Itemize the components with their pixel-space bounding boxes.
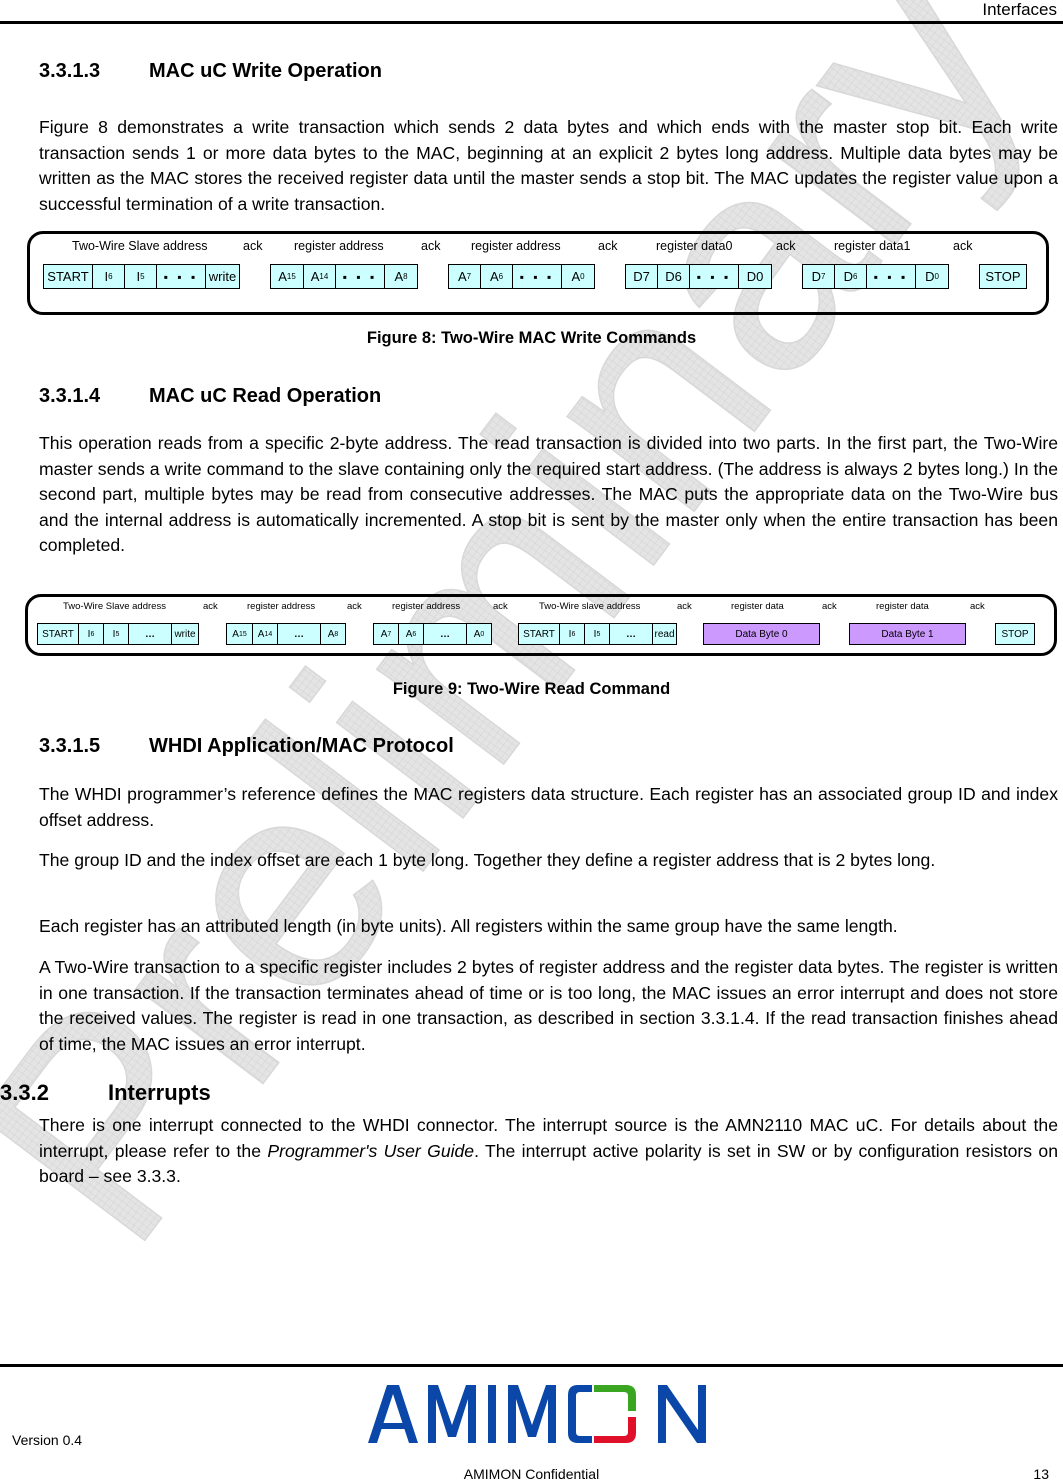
cell-d7: D7 [625,264,658,289]
label-ack: ack [677,601,692,612]
cell-ellipsis: … [128,623,172,645]
cell-ellipsis: ▪ ▪ ▪ [156,264,206,289]
cell-a6: A6 [398,623,424,645]
section-heading-whdi-protocol: 3.3.1.5 WHDI Application/MAC Protocol [39,735,454,758]
label-ack: ack [953,239,973,253]
section-title: MAC uC Write Operation [149,60,382,82]
cell-i6: I6 [78,623,104,645]
cell-ellipsis: ▪ ▪ ▪ [512,264,562,289]
cell-ellipsis: ▪ ▪ ▪ [689,264,739,289]
label-register-address: register address [294,239,384,253]
confidential-label: AMIMON Confidential [463,1466,600,1482]
label-slave-address-read: Two-Wire slave address [539,601,641,612]
label-register-address: register address [392,601,461,612]
cell-ellipsis: … [277,623,321,645]
cell-d0: D0 [738,264,772,289]
write-op-paragraph: Figure 8 demonstrates a write transactio… [39,117,1058,214]
label-ack: ack [493,601,508,612]
cell-a7: A7 [373,623,399,645]
cell-data-byte-0: Data Byte 0 [703,623,820,645]
cell-a14: A 14 [252,623,278,645]
label-ack: ack [776,239,796,253]
label-register-data: register data [731,601,784,612]
cell-ellipsis: ▪ ▪ ▪ [866,264,916,289]
cell-i5: I5 [103,623,129,645]
header-rule [0,21,1063,24]
cell-data-byte-1: Data Byte 1 [849,623,966,645]
cell-a15: A 15 [226,623,253,645]
cell-stop: STOP [995,623,1035,645]
label-ack: ack [970,601,985,612]
cell-a0: A0 [561,264,595,289]
cell-a14: A 14 [303,264,336,289]
section-heading-write-op: 3.3.1.3 MAC uC Write Operation [39,60,382,83]
figure-8-diagram: Two-Wire Slave address ack register addr… [27,231,1049,315]
cell-start: START [43,264,93,289]
figure-9-caption: Figure 9: Two-Wire Read Command [392,680,671,698]
cell-a7: A7 [448,264,481,289]
cell-ellipsis: … [609,623,653,645]
cell-write: write [205,264,240,289]
interrupts-paragraph: There is one interrupt connected to the … [39,1115,1058,1186]
cell-d7: D7 [802,264,835,289]
section-number: 3.3.1.3 [39,60,101,82]
cell-a0: A0 [466,623,492,645]
section-heading-read-op: 3.3.1.4 MAC uC Read Operation [39,385,381,408]
cell-ellipsis: … [423,623,467,645]
page-header-title: Interfaces [982,0,1057,19]
cell-i6: I6 [92,264,125,289]
label-register-data: register data [876,601,929,612]
section-number: 3.3.2 [0,1080,49,1105]
whdi-paragraph-3: Each register has an attributed length (… [39,916,898,936]
section-heading-interrupts: 3.3.2 Interrupts [0,1080,211,1106]
figure-8-caption: Figure 8: Two-Wire MAC Write Commands [366,329,697,347]
section-number: 3.3.1.5 [39,735,101,757]
cell-write: write [171,623,199,645]
footer-rule [0,1364,1063,1367]
whdi-paragraph-1: The WHDI programmer’s reference defines … [39,784,1058,830]
cell-start: START [37,623,79,645]
section-title: MAC uC Read Operation [149,385,382,407]
cell-a6: A6 [480,264,513,289]
label-register-address: register address [247,601,316,612]
label-slave-address: Two-Wire Slave address [63,601,166,612]
label-ack: ack [243,239,263,253]
cell-ellipsis: ▪ ▪ ▪ [335,264,385,289]
label-ack: ack [822,601,837,612]
label-slave-address: Two-Wire Slave address [72,239,208,253]
label-ack: ack [598,239,618,253]
cell-d6: D6 [657,264,690,289]
cell-d6: D6 [834,264,867,289]
label-register-address: register address [471,239,561,253]
cell-start: START [518,623,560,645]
read-op-paragraph: This operation reads from a specific 2-b… [39,433,1058,555]
programmers-guide-reference: Programmer's User Guide [267,1140,475,1161]
figure-9-diagram: Two-Wire Slave address ack register addr… [25,594,1057,656]
cell-read: read [652,623,677,645]
version-label: Version 0.4 [12,1432,83,1448]
label-ack: ack [421,239,441,253]
cell-a8: A8 [384,264,418,289]
cell-a8: A8 [320,623,346,645]
whdi-paragraph-2: The group ID and the index offset are ea… [39,850,936,870]
section-title: WHDI Application/MAC Protocol [149,735,454,757]
whdi-paragraph-4: A Two-Wire transaction to a specific reg… [39,957,1058,1054]
label-register-data0: register data0 [656,239,733,253]
section-number: 3.3.1.4 [39,385,101,407]
cell-i6: I6 [559,623,585,645]
label-ack: ack [347,601,362,612]
label-register-data1: register data1 [834,239,911,253]
cell-i5: I5 [584,623,610,645]
cell-d0: D0 [915,264,949,289]
cell-a15: A 15 [270,264,304,289]
page-number: 13 [1033,1466,1049,1482]
amimon-logo: AMIMON [368,1385,706,1443]
label-ack: ack [203,601,218,612]
cell-i5: I5 [124,264,157,289]
cell-stop: STOP [979,264,1027,289]
section-title: Interrupts [108,1080,211,1105]
